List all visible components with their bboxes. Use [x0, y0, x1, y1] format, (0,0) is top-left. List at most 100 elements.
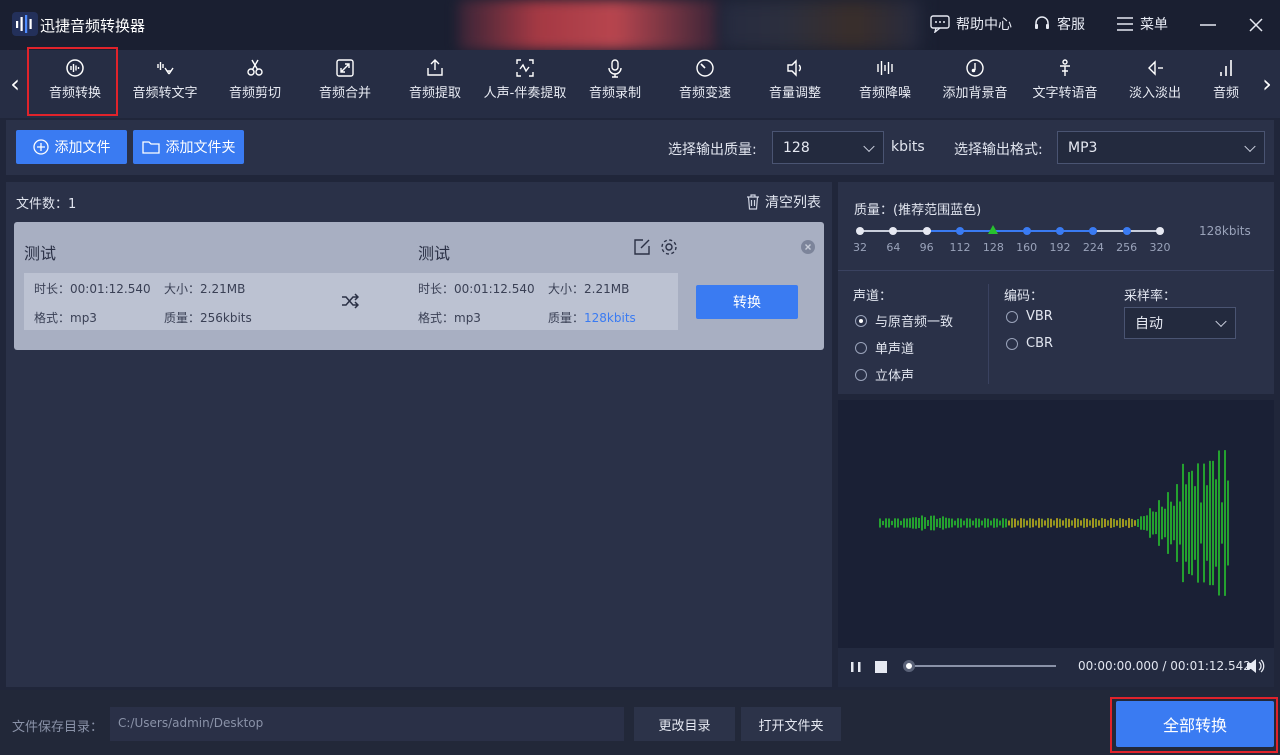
output-format-value: MP3	[1068, 139, 1098, 156]
settings-gear-icon[interactable]	[660, 238, 678, 256]
quality-tick-dot[interactable]	[1122, 227, 1131, 235]
quality-tick-dot[interactable]	[856, 227, 864, 235]
quality-tick-dot[interactable]	[1156, 227, 1164, 235]
playback-progress-handle[interactable]	[903, 660, 915, 672]
extract-icon	[427, 59, 443, 76]
trash-icon	[747, 194, 759, 210]
output-format-select[interactable]: MP3	[1057, 131, 1265, 164]
channel-option-original[interactable]: 与原音频一致	[855, 311, 953, 330]
quality-tick-label: 160	[1016, 241, 1038, 254]
edit-icon[interactable]	[633, 238, 651, 256]
quality-tick-label: 192	[1049, 241, 1071, 254]
tool-label: 音频剪切	[228, 86, 281, 101]
tool-audio-denoise[interactable]: 音频降噪	[840, 50, 930, 118]
tool-audio-extract[interactable]: 音频提取	[390, 50, 480, 118]
file-count-label: 文件数：	[16, 197, 69, 212]
volume-icon	[787, 59, 801, 77]
tool-audio-equalizer[interactable]: 音频	[1200, 50, 1252, 118]
output-quality-value: 128	[783, 139, 810, 156]
folder-icon	[141, 141, 160, 154]
waveform	[879, 450, 1229, 596]
help-center-label: 帮助中心	[956, 17, 1012, 33]
clear-list-button[interactable]: 清空列表	[746, 192, 821, 212]
channel-option-stereo[interactable]: 立体声	[855, 365, 914, 384]
radio-unselected	[1006, 337, 1018, 350]
chat-icon	[930, 15, 950, 33]
menu-button[interactable]: 菜单	[1116, 14, 1168, 34]
add-folder-button[interactable]: 添加文件夹	[133, 130, 244, 164]
chevron-down-icon	[1215, 315, 1227, 328]
sample-rate-select[interactable]: 自动	[1124, 307, 1236, 339]
encoding-option-cbr[interactable]: CBR	[1006, 336, 1053, 351]
tool-audio-to-text[interactable]: 音频转文字	[120, 50, 210, 118]
channel-option-mono[interactable]: 单声道	[855, 338, 914, 357]
tool-label: 淡入淡出	[1128, 86, 1181, 101]
save-directory-input[interactable]: C:/Users/admin/Desktop	[110, 707, 624, 741]
tool-label: 添加背景音	[942, 86, 1008, 101]
quality-tick-dot[interactable]	[1056, 227, 1064, 235]
tool-label: 人声-伴奏提取	[483, 86, 567, 101]
pause-icon[interactable]	[849, 660, 863, 674]
blurred-region	[720, 0, 920, 50]
output-quality-select[interactable]: 128	[772, 131, 884, 164]
speaker-icon[interactable]	[1245, 657, 1265, 675]
stop-icon[interactable]	[874, 660, 888, 674]
source-duration: 时长：00:01:12.540	[34, 282, 151, 296]
open-folder-button[interactable]: 打开文件夹	[741, 707, 841, 741]
source-format: 格式：mp3	[34, 311, 97, 325]
channel-option-label: 单声道	[875, 342, 915, 357]
headset-icon	[1035, 16, 1049, 29]
quality-tick-dot[interactable]	[1022, 227, 1031, 235]
minimize-icon[interactable]	[1198, 15, 1218, 35]
tool-add-background-music[interactable]: 添加背景音	[930, 50, 1020, 118]
scroll-right-arrow-icon[interactable]: ›	[1258, 60, 1276, 108]
output-quality-label: 质量：	[548, 311, 585, 325]
customer-service-label: 客服	[1057, 17, 1085, 33]
add-file-button[interactable]: 添加文件	[16, 130, 127, 164]
quality-slider-handle[interactable]	[988, 225, 999, 234]
menu-label: 菜单	[1140, 17, 1168, 33]
app-logo-icon	[12, 12, 38, 36]
close-icon[interactable]	[1246, 15, 1266, 35]
scroll-left-arrow-icon[interactable]: ‹	[6, 60, 24, 108]
quality-tick-label: 224	[1082, 241, 1104, 254]
quality-unit-label: kbits	[891, 139, 925, 155]
output-format-label: 选择输出格式:	[954, 142, 1043, 158]
equalizer-icon	[1220, 60, 1232, 76]
tool-text-to-speech[interactable]: 文字转语音	[1020, 50, 1110, 118]
customer-service-button[interactable]: 客服	[1033, 14, 1085, 34]
tool-audio-cut[interactable]: 音频剪切	[210, 50, 300, 118]
source-size: 大小：2.21MB	[164, 282, 246, 296]
vocal-extract-icon	[516, 59, 534, 77]
sample-rate-value: 自动	[1135, 316, 1163, 332]
tool-fade-in-out[interactable]: 淡入淡出	[1110, 50, 1200, 118]
tool-vocal-extract[interactable]: 人声-伴奏提取	[480, 50, 570, 118]
quality-tick-label: 32	[853, 241, 867, 254]
help-center-button[interactable]: 帮助中心	[930, 14, 1012, 34]
encoding-option-label: VBR	[1026, 309, 1053, 324]
microphone-icon	[608, 59, 622, 78]
blurred-region	[458, 0, 720, 50]
quality-tick-label: 320	[1149, 241, 1171, 254]
output-quality: 质量：128kbits	[548, 309, 636, 326]
tool-volume-adjust[interactable]: 音量调整	[750, 50, 840, 118]
add-folder-label: 添加文件夹	[165, 140, 236, 156]
chevron-down-icon	[863, 140, 875, 152]
quality-tick-label: 128	[982, 241, 1004, 254]
tool-label: 音频录制	[588, 86, 641, 101]
save-directory-label: 文件保存目录：	[12, 720, 104, 735]
tool-audio-record[interactable]: 音频录制	[570, 50, 660, 118]
change-directory-button[interactable]: 更改目录	[634, 707, 735, 741]
tool-label: 音频	[1212, 86, 1239, 101]
plus-circle-icon	[32, 139, 49, 155]
fade-icon	[1148, 60, 1163, 76]
playback-progress-track[interactable]	[908, 665, 1056, 667]
convert-button[interactable]: 转换	[696, 285, 798, 319]
source-quality: 质量：256kbits	[164, 311, 252, 325]
remove-file-icon[interactable]	[800, 239, 816, 255]
tool-audio-merge[interactable]: 音频合并	[300, 50, 390, 118]
quality-tick-dot[interactable]	[922, 227, 931, 235]
quality-tick-dot[interactable]	[956, 227, 964, 235]
tool-audio-speed[interactable]: 音频变速	[660, 50, 750, 118]
encoding-option-vbr[interactable]: VBR	[1006, 309, 1053, 324]
